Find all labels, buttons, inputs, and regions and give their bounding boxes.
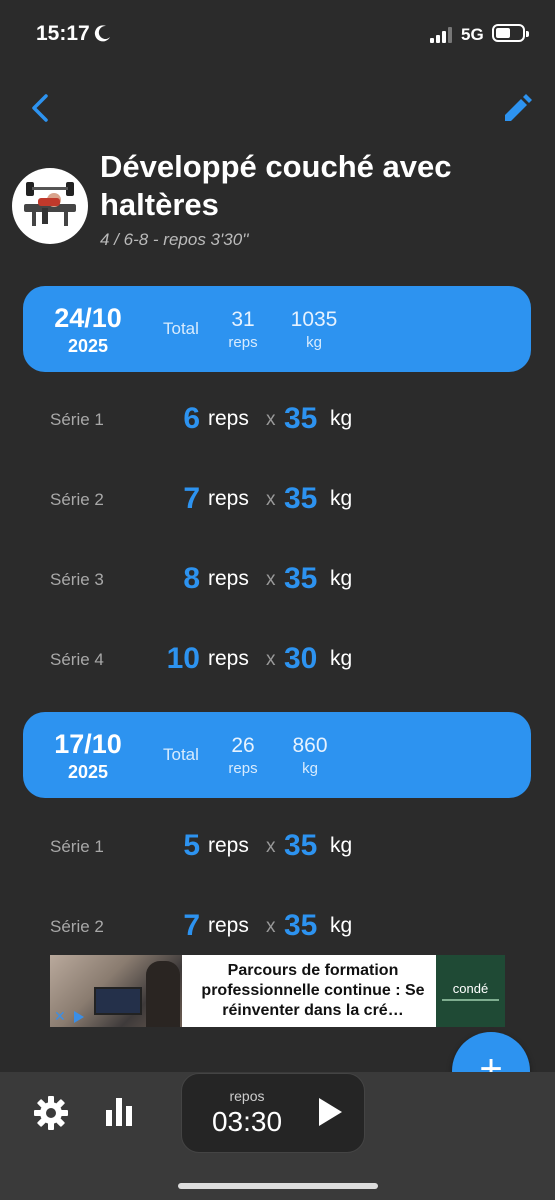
set-weight: 35 [284,909,318,942]
exercise-title: Développé couché avec haltères [100,149,452,222]
session-date: 24/10 [54,303,122,333]
session-year: 2025 [67,762,109,782]
dumbbell-press-icon [24,182,76,226]
set-label: Série 1 [50,410,104,429]
set-reps: 6 [183,402,200,435]
ad-banner[interactable]: ✕ Parcours de formation professionnelle … [50,955,505,1027]
set-row[interactable]: Série 1 6 reps x 35 kg [0,395,555,445]
set-reps-unit: reps [208,487,249,510]
set-label: Série 3 [50,570,104,589]
kg-total-unit: kg [302,760,318,777]
session-year: 2025 [67,336,109,356]
set-weight: 35 [284,402,318,435]
set-weight-unit: kg [330,914,353,937]
timer-label: repos [229,1088,265,1104]
back-button[interactable] [26,90,56,126]
reps-total-value: 31 [231,308,255,331]
pencil-icon [505,94,532,121]
battery-icon [492,24,529,42]
status-bar: 15:17 5G [0,0,555,70]
set-weight-unit: kg [330,647,353,670]
set-label: Série 4 [50,650,104,669]
kg-total-value: 860 [292,734,328,757]
total-label: Total [163,745,199,764]
ad-brand-logo: condé [452,981,489,996]
rest-timer[interactable]: repos 03:30 [181,1073,365,1153]
signal-icon [430,26,452,43]
exercise-subtitle: 4 / 6-8 - repos 3'30'' [100,230,249,249]
set-reps-unit: reps [208,834,249,857]
reps-total: 31 reps [203,308,283,351]
set-weight-unit: kg [330,567,353,590]
kg-total-unit: kg [306,334,322,351]
set-weight-unit: kg [330,834,353,857]
set-times: x [266,649,276,670]
set-reps-unit: reps [208,647,249,670]
timer-value: 03:30 [211,1106,283,1137]
set-times: x [266,409,276,430]
total-label: Total [163,319,199,338]
ad-brand: condé [436,955,505,1027]
set-times: x [266,569,276,590]
set-label: Série 1 [50,837,104,856]
set-reps: 7 [183,482,200,515]
exercise-image [12,168,88,244]
set-weight: 35 [284,829,318,862]
set-reps: 5 [183,829,200,862]
set-times: x [266,916,276,937]
gear-icon [34,1096,68,1130]
ad-image [50,955,182,1027]
set-weight: 35 [284,482,318,515]
set-label: Série 2 [50,490,104,509]
bar-chart-icon [106,1098,132,1126]
set-times: x [266,836,276,857]
set-reps-unit: reps [208,407,249,430]
edit-button[interactable] [500,92,534,126]
ad-text: Parcours de formation professionnelle co… [201,962,425,1019]
set-row[interactable]: Série 1 5 reps x 35 kg [0,822,555,872]
set-weight-unit: kg [330,407,353,430]
ad-close-icon[interactable]: ✕ [54,1008,66,1025]
stats-button[interactable] [104,1096,134,1128]
kg-total: 860 kg [270,734,350,777]
set-times: x [266,489,276,510]
set-weight: 30 [284,642,318,675]
session-date: 17/10 [54,729,122,759]
set-reps: 8 [183,562,200,595]
set-row[interactable]: Série 3 8 reps x 35 kg [0,555,555,605]
session-card[interactable]: 24/10 2025 Total 31 reps 1035 kg [23,286,531,372]
home-indicator[interactable] [178,1183,378,1189]
session-card[interactable]: 17/10 2025 Total 26 reps 860 kg [23,712,531,798]
set-row[interactable]: Série 2 7 reps x 35 kg [0,902,555,952]
set-row[interactable]: Série 2 7 reps x 35 kg [0,475,555,525]
set-weight-unit: kg [330,487,353,510]
status-time: 15:17 [36,22,90,45]
kg-total: 1035 kg [274,308,354,351]
network-type: 5G [461,25,484,44]
set-row[interactable]: Série 4 10 reps x 30 kg [0,635,555,685]
reps-total-unit: reps [228,334,258,351]
set-reps: 10 [166,642,200,675]
set-weight: 35 [284,562,318,595]
moon-icon [94,25,110,42]
set-reps: 7 [183,909,200,942]
set-reps-unit: reps [208,914,249,937]
settings-button[interactable] [32,1094,70,1132]
kg-total-value: 1035 [290,308,338,331]
ad-choices-icon[interactable] [74,1011,84,1023]
set-label: Série 2 [50,917,104,936]
set-reps-unit: reps [208,567,249,590]
play-icon[interactable] [316,1096,344,1128]
